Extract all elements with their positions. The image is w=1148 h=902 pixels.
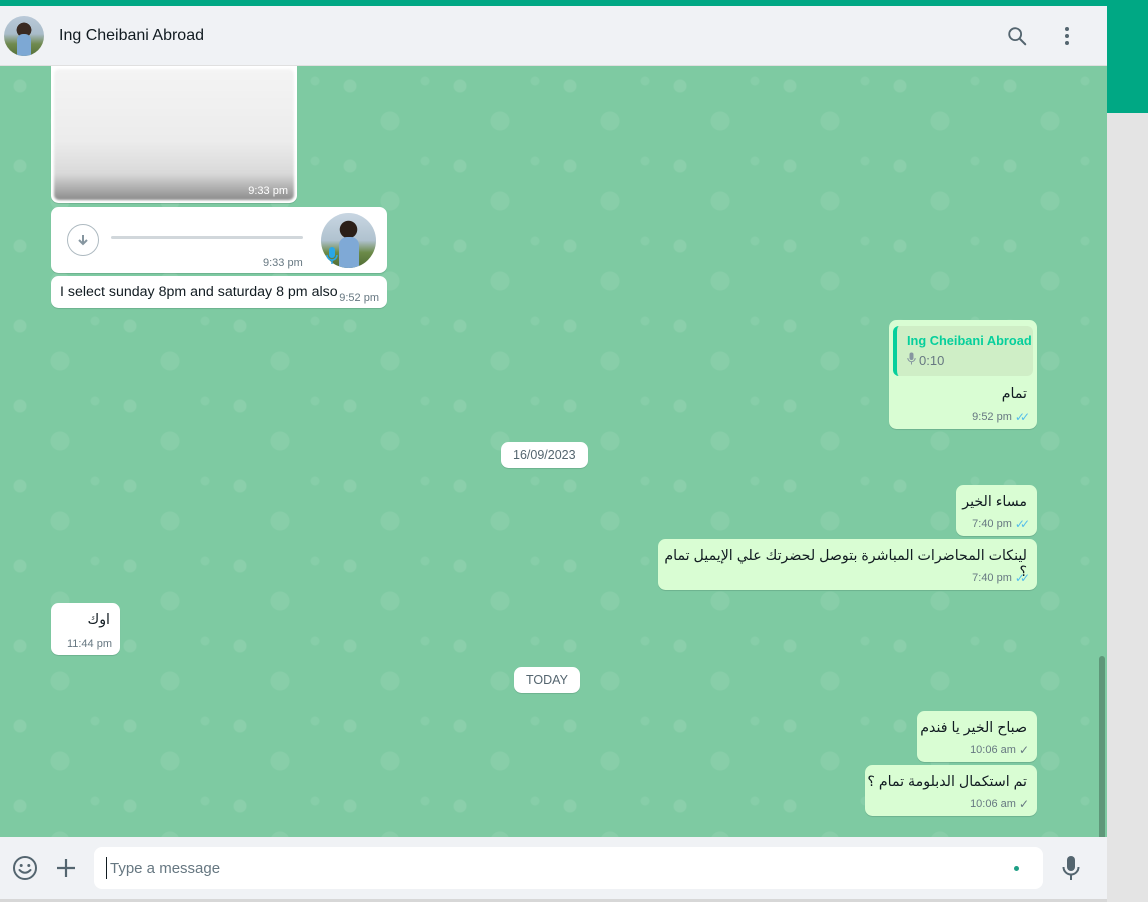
time-label: 9:52 pm	[972, 411, 1012, 423]
right-side-panel	[1107, 113, 1148, 902]
image-message[interactable]: 9:33 pm	[51, 66, 297, 203]
chat-header[interactable]: Ing Cheibani Abroad	[0, 6, 1107, 66]
time-label: 10:06 am	[970, 744, 1016, 756]
microphone-icon	[907, 352, 916, 368]
message-time: 11:44 pm	[67, 638, 112, 650]
outgoing-reply-message[interactable]: Ing Cheibani Abroad 0:10 تمام 9:52 pm ✓✓	[889, 320, 1037, 429]
message-text: I select sunday 8pm and saturday 8 pm al…	[60, 284, 338, 300]
message-text: تم استكمال الدبلومة تمام ؟	[867, 774, 1027, 790]
message-time: 7:40 pm ✓✓	[972, 571, 1030, 585]
incoming-message[interactable]: اوك 11:44 pm	[51, 603, 120, 655]
message-composer	[0, 837, 1107, 899]
header-actions	[987, 16, 1087, 56]
incoming-message[interactable]: I select sunday 8pm and saturday 8 pm al…	[51, 276, 387, 308]
message-time: 10:06 am ✓	[970, 743, 1029, 757]
voice-progress-track[interactable]	[111, 236, 303, 239]
quoted-message[interactable]: Ing Cheibani Abroad 0:10	[893, 326, 1033, 376]
message-input-box[interactable]	[94, 847, 1043, 889]
read-receipt-icon: ✓✓	[1014, 571, 1030, 585]
right-accent-panel	[1107, 6, 1148, 113]
search-icon[interactable]	[997, 16, 1037, 56]
outgoing-message[interactable]: مساء الخير 7:40 pm ✓✓	[956, 485, 1037, 536]
sent-tick-icon: ✓	[1018, 797, 1029, 811]
message-time: 9:33 pm	[248, 185, 288, 197]
message-time: 9:33 pm	[263, 257, 303, 269]
chat-scrollbar[interactable]	[1099, 656, 1105, 837]
emoji-icon[interactable]	[10, 853, 40, 883]
status-dot	[1014, 866, 1019, 871]
microphone-icon	[326, 246, 338, 271]
time-label: 10:06 am	[970, 798, 1016, 810]
blurred-image[interactable]	[54, 69, 294, 200]
menu-icon[interactable]	[1047, 16, 1087, 56]
contact-avatar[interactable]	[4, 15, 44, 56]
time-label: 11:44 pm	[66, 638, 112, 650]
message-input[interactable]	[106, 857, 986, 879]
message-time: 7:40 pm ✓✓	[972, 517, 1030, 531]
message-text: اوك	[87, 612, 111, 628]
chat-area[interactable]: 9:33 pm 9:33 pm I select sunday 8pm and …	[0, 66, 1107, 837]
outgoing-message[interactable]: لينكات المحاضرات المباشرة بتوصل لحضرتك ع…	[658, 539, 1037, 590]
quoted-voice-meta: 0:10	[907, 352, 944, 368]
message-time: 9:52 pm ✓✓	[972, 410, 1030, 424]
read-receipt-icon: ✓✓	[1014, 410, 1030, 424]
date-separator: 16/09/2023	[501, 442, 588, 468]
message-text: صباح الخير يا فندم	[920, 720, 1027, 736]
quoted-duration: 0:10	[919, 352, 945, 368]
time-label: 7:40 pm	[972, 572, 1012, 584]
download-icon[interactable]	[67, 224, 99, 256]
sent-tick-icon: ✓	[1018, 743, 1029, 757]
message-time: 9:52 pm	[339, 292, 379, 304]
outgoing-message[interactable]: تم استكمال الدبلومة تمام ؟ 10:06 am ✓	[865, 765, 1037, 816]
plus-icon[interactable]	[51, 853, 81, 883]
message-text: تمام	[1001, 386, 1027, 402]
time-label: 9:52 pm	[339, 292, 379, 304]
read-receipt-icon: ✓✓	[1014, 517, 1030, 531]
outgoing-message[interactable]: صباح الخير يا فندم 10:06 am ✓	[917, 711, 1037, 762]
date-separator: TODAY	[514, 667, 580, 693]
quoted-sender: Ing Cheibani Abroad	[907, 333, 1032, 348]
time-label: 7:40 pm	[972, 518, 1012, 530]
microphone-icon[interactable]	[1056, 853, 1086, 883]
message-text: مساء الخير	[962, 494, 1027, 510]
message-time: 10:06 am ✓	[970, 797, 1029, 811]
contact-name[interactable]: Ing Cheibani Abroad	[59, 27, 204, 45]
